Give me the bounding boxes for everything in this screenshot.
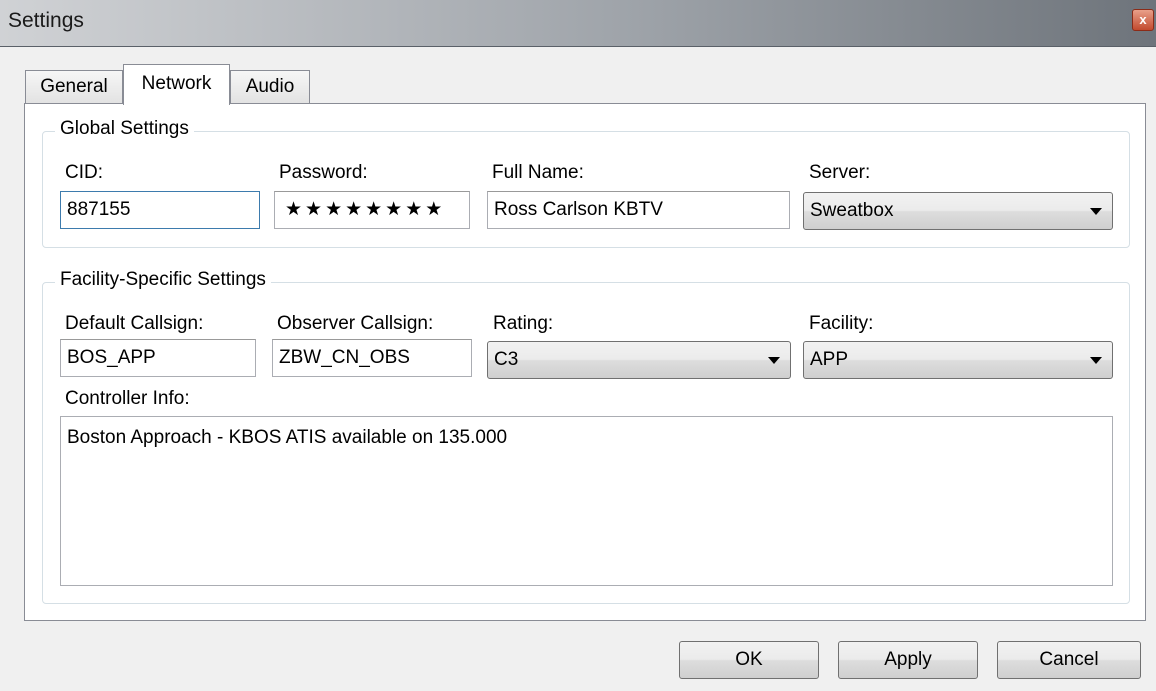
cancel-button[interactable]: Cancel xyxy=(997,641,1141,679)
chevron-down-icon xyxy=(768,357,780,364)
network-tab-panel: Global Settings CID: 887155 Password: ★★… xyxy=(24,103,1146,621)
facility-selected-value: APP xyxy=(810,349,849,370)
default-callsign-field[interactable]: BOS_APP xyxy=(60,339,256,377)
apply-button[interactable]: Apply xyxy=(838,641,978,679)
rating-label: Rating: xyxy=(493,313,554,334)
facility-settings-title: Facility-Specific Settings xyxy=(55,269,271,291)
password-field[interactable]: ★★★★★★★★ xyxy=(274,191,470,229)
password-label: Password: xyxy=(279,162,368,183)
ok-button[interactable]: OK xyxy=(679,641,819,679)
chevron-down-icon xyxy=(1090,208,1102,215)
controller-info-label: Controller Info: xyxy=(65,388,190,409)
title-bar: Settings x xyxy=(0,0,1156,47)
controller-info-textarea[interactable]: Boston Approach - KBOS ATIS available on… xyxy=(60,416,1113,586)
full-name-field[interactable]: Ross Carlson KBTV xyxy=(487,191,790,229)
facility-label: Facility: xyxy=(809,313,874,334)
chevron-down-icon xyxy=(1090,357,1102,364)
tab-network[interactable]: Network xyxy=(123,64,230,105)
close-icon: x xyxy=(1139,12,1147,27)
global-settings-group: Global Settings CID: 887155 Password: ★★… xyxy=(42,118,1130,248)
cid-label: CID: xyxy=(65,162,103,183)
full-name-label: Full Name: xyxy=(492,162,584,183)
observer-callsign-field[interactable]: ZBW_CN_OBS xyxy=(272,339,472,377)
facility-settings-group: Facility-Specific Settings Default Calls… xyxy=(42,269,1130,604)
global-settings-title: Global Settings xyxy=(55,118,194,140)
window-title: Settings xyxy=(8,9,84,32)
rating-dropdown[interactable]: C3 xyxy=(487,341,791,379)
facility-dropdown[interactable]: APP xyxy=(803,341,1113,379)
server-label: Server: xyxy=(809,162,871,183)
observer-callsign-label: Observer Callsign: xyxy=(277,313,434,334)
rating-selected-value: C3 xyxy=(494,349,519,370)
default-callsign-label: Default Callsign: xyxy=(65,313,204,334)
server-dropdown[interactable]: Sweatbox xyxy=(803,192,1113,230)
server-selected-value: Sweatbox xyxy=(810,200,894,221)
tab-general[interactable]: General xyxy=(25,70,123,104)
close-button[interactable]: x xyxy=(1132,9,1154,31)
tab-audio[interactable]: Audio xyxy=(230,70,310,104)
cid-field[interactable]: 887155 xyxy=(60,191,260,229)
